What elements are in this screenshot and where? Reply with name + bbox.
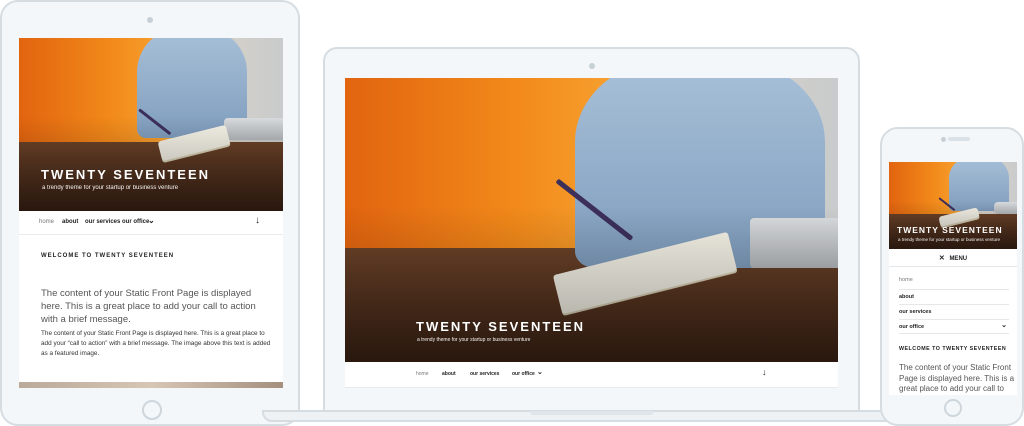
scroll-down-arrow-icon[interactable]: ↓ bbox=[762, 367, 767, 377]
phone-device: TWENTY SEVENTEEN a trendy theme for your… bbox=[880, 127, 1024, 426]
site-tagline: a trendy theme for your startup or busin… bbox=[898, 237, 1001, 242]
tablet-screen: TWENTY SEVENTEEN a trendy theme for your… bbox=[19, 38, 283, 388]
tablet-home-button[interactable] bbox=[142, 400, 162, 420]
laptop-base-notch bbox=[530, 411, 654, 415]
chevron-down-icon[interactable]: ⌄ bbox=[537, 368, 543, 376]
scroll-down-arrow-icon[interactable]: ↓ bbox=[255, 215, 260, 226]
laptop-hero-image: TWENTY SEVENTEEN a trendy theme for your… bbox=[345, 78, 838, 362]
nav-about[interactable]: about bbox=[62, 219, 78, 225]
nav-home[interactable]: home bbox=[39, 219, 54, 225]
nav-home[interactable]: home bbox=[416, 371, 429, 377]
mobile-nav-home[interactable]: home bbox=[899, 274, 1009, 289]
close-icon[interactable]: ✕ bbox=[939, 255, 945, 262]
chevron-down-icon[interactable]: ⌄ bbox=[148, 216, 155, 225]
featured-image-strip bbox=[19, 382, 283, 388]
chevron-down-icon[interactable]: ⌄ bbox=[1001, 321, 1007, 329]
nav-our-office[interactable]: our office bbox=[512, 371, 535, 377]
site-title[interactable]: TWENTY SEVENTEEN bbox=[41, 167, 210, 182]
site-tagline: a trendy theme for your startup or busin… bbox=[417, 337, 531, 343]
nav-our-office[interactable]: our office bbox=[122, 219, 149, 225]
nav-our-services[interactable]: our services bbox=[85, 219, 120, 225]
menu-label: MENU bbox=[949, 256, 968, 262]
mobile-nav-our-office[interactable]: our office ⌄ bbox=[899, 319, 1009, 334]
menu-toggle[interactable]: ✕ MENU bbox=[889, 249, 1017, 267]
phone-camera bbox=[941, 137, 946, 142]
nav-about[interactable]: about bbox=[442, 371, 456, 377]
section-heading: WELCOME TO TWENTY SEVENTEEN bbox=[41, 253, 175, 259]
laptop-camera bbox=[589, 63, 595, 69]
laptop-screen: TWENTY SEVENTEEN a trendy theme for your… bbox=[345, 78, 838, 388]
tablet-camera bbox=[147, 17, 153, 23]
section-heading: WELCOME TO TWENTY SEVENTEEN bbox=[899, 346, 1007, 352]
laptop-device: TWENTY SEVENTEEN a trendy theme for your… bbox=[323, 47, 860, 413]
mobile-nav-about[interactable]: about bbox=[899, 289, 1009, 304]
phone-hero-image: TWENTY SEVENTEEN a trendy theme for your… bbox=[889, 162, 1017, 249]
phone-screen: TWENTY SEVENTEEN a trendy theme for your… bbox=[889, 162, 1017, 395]
lead-paragraph: The content of your Static Front Page is… bbox=[899, 363, 1015, 395]
site-tagline: a trendy theme for your startup or busin… bbox=[42, 185, 179, 191]
site-title[interactable]: TWENTY SEVENTEEN bbox=[416, 319, 585, 334]
site-title[interactable]: TWENTY SEVENTEEN bbox=[897, 225, 1003, 235]
tablet-nav: home about our services our office ⌄ ↓ bbox=[19, 211, 283, 235]
mobile-nav-our-services[interactable]: our services bbox=[899, 304, 1009, 319]
tablet-device: TWENTY SEVENTEEN a trendy theme for your… bbox=[0, 0, 300, 426]
phone-speaker bbox=[948, 137, 970, 141]
tablet-hero-image: TWENTY SEVENTEEN a trendy theme for your… bbox=[19, 38, 283, 211]
body-paragraph: The content of your Static Front Page is… bbox=[41, 330, 271, 357]
laptop-nav: home about our services our office ⌄ ↓ bbox=[345, 362, 838, 388]
lead-paragraph: The content of your Static Front Page is… bbox=[41, 288, 256, 325]
phone-home-button[interactable] bbox=[944, 399, 962, 417]
nav-our-services[interactable]: our services bbox=[470, 371, 499, 377]
